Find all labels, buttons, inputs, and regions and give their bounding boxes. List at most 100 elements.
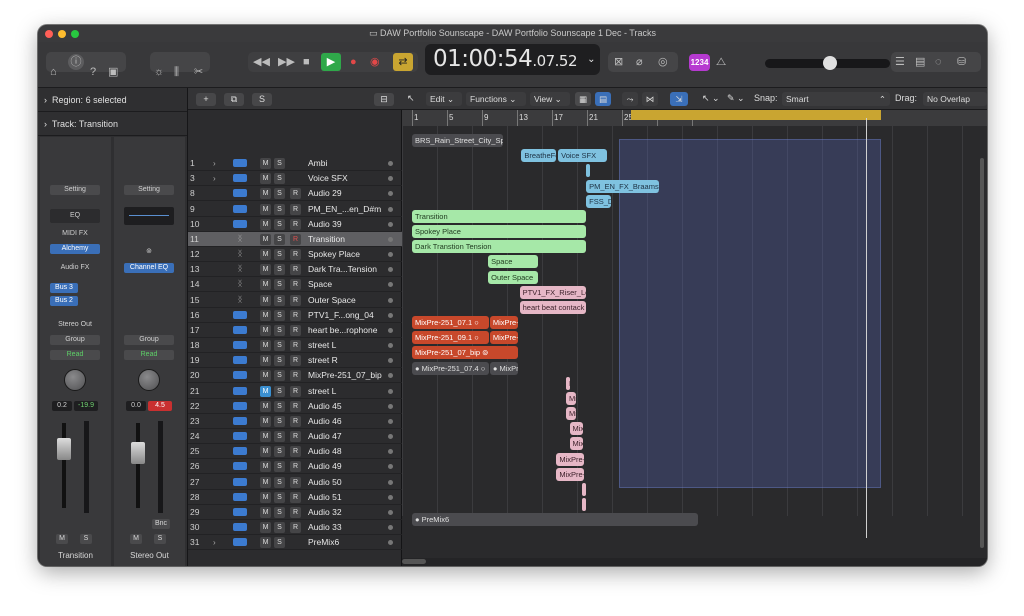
track-row[interactable]: 21 M S Rstreet L bbox=[188, 384, 402, 399]
view-menu[interactable]: View ⌄ bbox=[530, 92, 570, 106]
solo-button[interactable]: S bbox=[80, 534, 92, 544]
region[interactable]: MixPre-257_09. bbox=[556, 467, 585, 481]
flex-icon[interactable]: ⤳ bbox=[622, 92, 638, 106]
solo-icon[interactable]: ◎ bbox=[658, 53, 668, 71]
mute-button[interactable]: M bbox=[260, 491, 271, 503]
record-enable-button[interactable]: R bbox=[290, 309, 301, 321]
record-enable-button[interactable]: R bbox=[290, 431, 301, 443]
instrument-slot[interactable]: Alchemy bbox=[50, 244, 100, 254]
send-bus-3[interactable]: Bus 3 bbox=[50, 283, 78, 293]
region[interactable]: MixPre-251_07_bip ⊚ bbox=[412, 346, 518, 360]
solo-button[interactable]: S bbox=[274, 506, 285, 518]
bounce-button[interactable]: Bnc bbox=[152, 519, 170, 529]
automation-mode[interactable]: Read bbox=[50, 350, 100, 360]
mute-button[interactable]: M bbox=[260, 415, 271, 427]
disclosure-icon[interactable]: › bbox=[213, 538, 223, 547]
volume-fader-cap[interactable] bbox=[57, 438, 71, 460]
solo-button[interactable]: S bbox=[274, 249, 285, 261]
replace-icon[interactable]: ◉ bbox=[370, 53, 380, 71]
record-enable-button[interactable]: R bbox=[290, 400, 301, 412]
track-row[interactable]: 19 M S Rstreet R bbox=[188, 353, 402, 369]
solo-button[interactable]: S bbox=[274, 446, 285, 458]
editors-icon[interactable]: ✂ bbox=[194, 63, 203, 81]
region[interactable]: BRS_Rain_Street_City_Splatty_4 ⊚ bbox=[412, 134, 503, 147]
solo-button[interactable]: S bbox=[274, 385, 285, 397]
solo-button[interactable]: S bbox=[274, 370, 285, 382]
solo-button[interactable]: S bbox=[274, 173, 285, 185]
solo-button[interactable]: S bbox=[274, 461, 285, 473]
solo-button[interactable]: S bbox=[274, 203, 285, 215]
region[interactable]: ● PreMix6 bbox=[412, 513, 698, 527]
track-row[interactable]: 11 ᛝ M S R Transition bbox=[188, 231, 402, 247]
duplicate-track-icon[interactable]: ⧉ bbox=[224, 93, 244, 106]
library-icon[interactable]: ⌂ bbox=[50, 63, 57, 81]
snap-dropdown[interactable]: Smart ⌃ bbox=[782, 92, 890, 106]
record-enable-button[interactable]: R bbox=[290, 506, 301, 518]
record-enable-button[interactable]: R bbox=[290, 385, 301, 397]
mute-button[interactable]: M bbox=[130, 534, 142, 544]
mute-button[interactable]: M bbox=[260, 188, 271, 200]
mute-button[interactable]: M bbox=[260, 279, 271, 291]
setting-button[interactable]: Setting bbox=[50, 185, 100, 195]
record-enable-button[interactable]: R bbox=[290, 324, 301, 336]
mute-button[interactable]: M bbox=[260, 309, 271, 321]
scrollbar-thumb[interactable] bbox=[402, 559, 426, 564]
record-enable-button[interactable]: R bbox=[290, 218, 301, 230]
solo-button[interactable]: S bbox=[274, 415, 285, 427]
track-row[interactable]: 13 ᛝ M S R Dark Tra...Tension bbox=[188, 262, 402, 278]
mute-button[interactable]: M bbox=[260, 506, 271, 518]
solo-button[interactable]: S bbox=[274, 340, 285, 352]
mute-button[interactable]: M bbox=[260, 400, 271, 412]
region[interactable]: MixPre-257_07. bbox=[556, 452, 585, 466]
region[interactable]: MixPr bbox=[566, 391, 577, 405]
region[interactable]: Transition bbox=[412, 209, 586, 223]
send-bus-2[interactable]: Bus 2 bbox=[50, 296, 78, 306]
record-enable-button[interactable]: R bbox=[290, 491, 301, 503]
record-enable-button[interactable]: R bbox=[290, 446, 301, 458]
mute-button[interactable]: M bbox=[260, 294, 271, 306]
mute-button[interactable]: M bbox=[260, 173, 271, 185]
list-editors-icon[interactable]: ☰ bbox=[895, 53, 905, 71]
track-row[interactable]: 14 ᛝ M S R Space bbox=[188, 277, 402, 293]
region[interactable]: FSS_DPTE bbox=[586, 194, 611, 208]
track-row[interactable]: 20 M S R MixPre-251_07_bip bbox=[188, 368, 402, 384]
count-in-button[interactable]: 1234 bbox=[689, 54, 710, 71]
mute-button[interactable]: M bbox=[260, 218, 271, 230]
edit-menu[interactable]: Edit ⌄ bbox=[426, 92, 462, 106]
track-row[interactable]: 15 ᛝ M S R Outer Space bbox=[188, 293, 402, 308]
list-view-icon[interactable]: ▤ bbox=[595, 92, 611, 106]
record-enable-button[interactable]: R bbox=[290, 340, 301, 352]
region-inspector-header[interactable]: › Region: 6 selected bbox=[38, 88, 187, 112]
cycle-icon[interactable]: ⇄ bbox=[393, 53, 413, 71]
minimize-button[interactable] bbox=[58, 30, 66, 38]
mute-button[interactable]: M bbox=[260, 355, 271, 367]
grid-view-icon[interactable]: ▦ bbox=[575, 92, 591, 106]
solo-button[interactable]: S bbox=[274, 431, 285, 443]
record-enable-button[interactable]: R bbox=[290, 279, 301, 291]
add-track-button[interactable]: + bbox=[196, 93, 216, 106]
zoom-button[interactable] bbox=[71, 30, 79, 38]
record-icon[interactable]: ● bbox=[350, 53, 357, 71]
group-slot[interactable]: Group bbox=[124, 335, 174, 345]
mute-button[interactable]: M bbox=[260, 249, 271, 261]
solo-button[interactable]: S bbox=[274, 188, 285, 200]
catch-playhead-icon[interactable]: ⇲ bbox=[670, 92, 688, 106]
catch-icon[interactable]: ↖ bbox=[407, 93, 415, 104]
solo-button[interactable]: S bbox=[274, 537, 285, 549]
solo-button[interactable]: S bbox=[274, 476, 285, 488]
region[interactable]: PM_EN_FX_Braams_One_Shot_Siren_ bbox=[586, 179, 659, 193]
track-row[interactable]: 22 M S R Audio 45 bbox=[188, 399, 402, 414]
record-enable-button[interactable]: R bbox=[290, 522, 301, 534]
solo-button[interactable]: S bbox=[274, 279, 285, 291]
region[interactable]: heart beat contack microphone bbox=[519, 300, 586, 314]
region[interactable]: Dark Transtion Tension bbox=[412, 240, 586, 254]
setting-button[interactable]: Setting bbox=[124, 185, 174, 195]
region[interactable]: MixPre-25 bbox=[489, 316, 518, 330]
mute-button[interactable]: M bbox=[56, 534, 68, 544]
mute-button[interactable]: M bbox=[260, 476, 271, 488]
mute-button[interactable]: M bbox=[260, 233, 271, 245]
solo-button[interactable]: S bbox=[274, 522, 285, 534]
record-enable-button[interactable]: R bbox=[290, 264, 301, 276]
play-icon[interactable]: ▶ bbox=[321, 53, 341, 71]
output-slot[interactable]: Stereo Out bbox=[50, 320, 100, 330]
